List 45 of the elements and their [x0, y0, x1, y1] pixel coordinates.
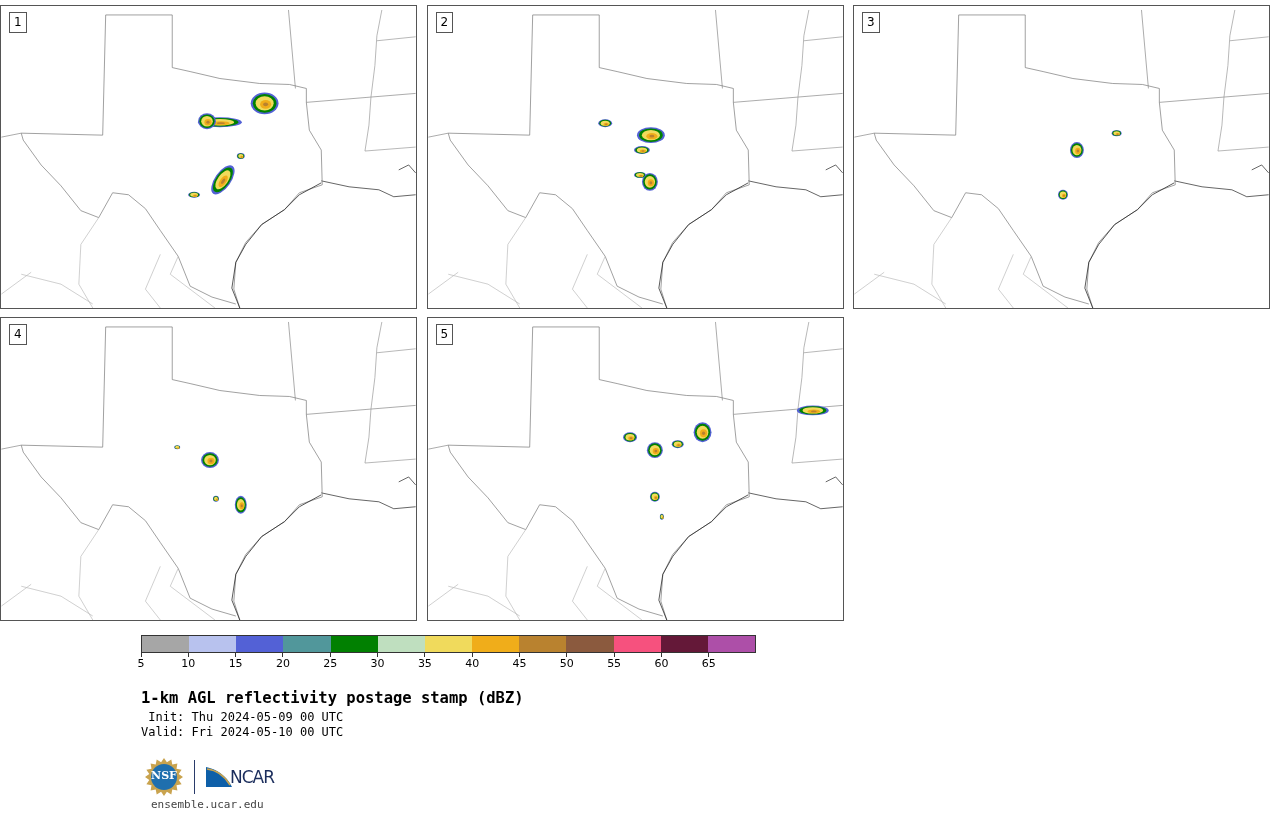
tick-label: 30 — [370, 657, 385, 670]
valid-time: Valid: Fri 2024-05-10 00 UTC — [141, 725, 345, 740]
tick-label: 25 — [323, 657, 338, 670]
tick-label: 15 — [228, 657, 243, 670]
radar-echo — [236, 153, 245, 159]
radar-echo — [211, 165, 235, 195]
radar-echo — [188, 191, 201, 198]
tick-label: 60 — [654, 657, 669, 670]
panel-number: 3 — [862, 12, 880, 33]
tick-label: 35 — [417, 657, 432, 670]
radar-echo — [1111, 130, 1122, 137]
radar-echo — [234, 495, 247, 514]
radar-echo — [597, 119, 612, 128]
tick-label: 50 — [559, 657, 574, 670]
radar-echo — [1069, 142, 1084, 158]
website-url: ensemble.ucar.edu — [151, 798, 265, 811]
ncar-logo: NCAR — [206, 767, 275, 787]
radar-echo — [693, 422, 711, 443]
panel-number: 5 — [435, 324, 454, 345]
radar-echo — [212, 495, 219, 502]
tick-label: 65 — [701, 657, 716, 670]
chart-title: 1-km AGL reflectivity postage stamp (dBZ) — [141, 689, 525, 707]
tick-label: 45 — [512, 657, 527, 670]
tick-label: 10 — [181, 657, 196, 670]
radar-echo — [174, 445, 181, 450]
panel-number: 4 — [9, 324, 27, 345]
radar-echo — [201, 452, 219, 468]
radar-echo — [646, 442, 663, 459]
radar-echo — [796, 405, 829, 416]
tick-label: 40 — [465, 657, 480, 670]
radar-echo — [622, 432, 637, 443]
radar-echo — [636, 127, 665, 144]
panel-number: 2 — [435, 12, 454, 33]
radar-echo — [671, 440, 684, 449]
radar-echo — [633, 146, 650, 154]
tick-label: 20 — [275, 657, 290, 670]
radar-echo — [649, 491, 660, 502]
tick-label: 5 — [137, 657, 145, 670]
panel-number: 1 — [9, 12, 27, 33]
radar-echo — [659, 513, 664, 520]
init-time: Init: Thu 2024-05-09 00 UTC — [147, 710, 345, 725]
radar-echo — [1058, 189, 1068, 200]
nsf-logo: NSF — [145, 758, 183, 796]
radar-echo — [250, 92, 279, 115]
tick-label: 55 — [607, 657, 622, 670]
